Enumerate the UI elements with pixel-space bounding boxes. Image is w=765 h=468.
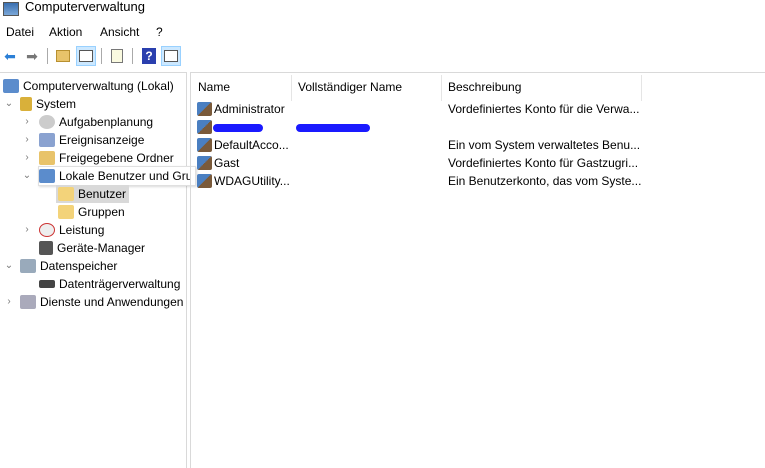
list-row[interactable]: WDAGUtility... Ein Benutzerkonto, das vom…	[191, 172, 765, 190]
tree-item-lokale-benutzer[interactable]: Lokale Benutzer und Gruppen	[39, 167, 191, 185]
back-arrow-icon[interactable]: ⬅	[0, 46, 20, 66]
navigation-tree: Computerverwaltung (Lokal) ⌄ System › Au…	[0, 72, 196, 468]
help-icon[interactable]: ?	[139, 46, 159, 66]
menu-datei[interactable]: Datei	[6, 25, 34, 39]
show-hide-tree-icon[interactable]	[76, 46, 96, 66]
toolbar: ⬅ ➡ ?	[0, 45, 765, 69]
show-hide-action-pane-icon[interactable]	[161, 46, 181, 66]
list-row[interactable]: DefaultAcco... Ein vom System verwaltetes…	[191, 136, 765, 154]
chevron-down-icon[interactable]: ⌄	[4, 98, 14, 109]
tree-item-leistung[interactable]: Leistung	[39, 221, 104, 239]
menu-help[interactable]: ?	[156, 25, 163, 39]
computer-management-icon	[3, 2, 19, 16]
column-header-name[interactable]: Name	[198, 80, 230, 98]
window-title: Computerverwaltung	[25, 0, 145, 14]
list-row[interactable]: Gast Vordefiniertes Konto für Gastzugri..…	[191, 154, 765, 172]
chevron-down-icon[interactable]: ⌄	[4, 260, 14, 271]
chevron-right-icon[interactable]: ›	[4, 296, 14, 307]
chevron-right-icon[interactable]: ›	[22, 134, 32, 145]
user-icon	[197, 102, 212, 116]
shared-folder-icon	[39, 151, 55, 165]
tree-item-geraete-manager[interactable]: Geräte-Manager	[39, 239, 145, 257]
services-icon	[20, 295, 36, 309]
tree-item-ereignisanzeige[interactable]: Ereignisanzeige	[39, 131, 144, 149]
menu-bar: Datei Aktion Ansicht ?	[0, 22, 765, 42]
tree-item-datenspeicher[interactable]: Datenspeicher	[20, 257, 117, 275]
forward-arrow-icon[interactable]: ➡	[22, 46, 42, 66]
tree-item-aufgabenplanung[interactable]: Aufgabenplanung	[39, 113, 153, 131]
folder-icon	[58, 187, 74, 201]
disk-icon	[39, 280, 55, 288]
column-header-description[interactable]: Beschreibung	[448, 80, 521, 98]
user-icon	[197, 156, 212, 170]
redaction-mark	[213, 124, 263, 132]
tree-item-datentraegerverwaltung[interactable]: Datenträgerverwaltung	[39, 275, 180, 293]
tree-item-dienste[interactable]: Dienste und Anwendungen	[20, 293, 183, 311]
column-header-full-name[interactable]: Vollständiger Name	[298, 80, 402, 98]
tree-item-benutzer[interactable]: Benutzer	[56, 185, 129, 203]
list-row[interactable]: Administrator Vordefiniertes Konto für di…	[191, 100, 765, 118]
storage-icon	[20, 259, 36, 273]
computer-icon	[3, 79, 19, 93]
title-bar: Computerverwaltung	[0, 0, 765, 20]
tree-item-gruppen[interactable]: Gruppen	[58, 203, 125, 221]
up-folder-icon[interactable]	[53, 46, 73, 66]
user-icon	[197, 138, 212, 152]
redaction-mark	[296, 124, 370, 132]
device-manager-icon	[39, 241, 53, 255]
user-icon	[197, 174, 212, 188]
chevron-right-icon[interactable]: ›	[22, 116, 32, 127]
users-icon	[39, 169, 55, 183]
clock-icon	[39, 115, 55, 129]
event-log-icon	[39, 133, 55, 147]
folder-icon	[58, 205, 74, 219]
chevron-right-icon[interactable]: ›	[22, 152, 32, 163]
tree-item-freigegebene-ordner[interactable]: Freigegebene Ordner	[39, 149, 174, 167]
menu-aktion[interactable]: Aktion	[49, 25, 82, 39]
tools-icon	[20, 97, 32, 111]
tree-item-system[interactable]: System	[20, 95, 76, 113]
tree-item-computerverwaltung[interactable]: Computerverwaltung (Lokal)	[3, 77, 174, 95]
export-list-icon[interactable]	[107, 46, 127, 66]
user-icon	[197, 120, 212, 134]
performance-icon	[39, 223, 55, 237]
list-row[interactable]	[191, 118, 765, 136]
menu-ansicht[interactable]: Ansicht	[100, 25, 139, 39]
user-list: Name Vollständiger Name Beschreibung Adm…	[190, 72, 765, 468]
chevron-down-icon[interactable]: ⌄	[22, 170, 32, 181]
chevron-right-icon[interactable]: ›	[22, 224, 32, 235]
